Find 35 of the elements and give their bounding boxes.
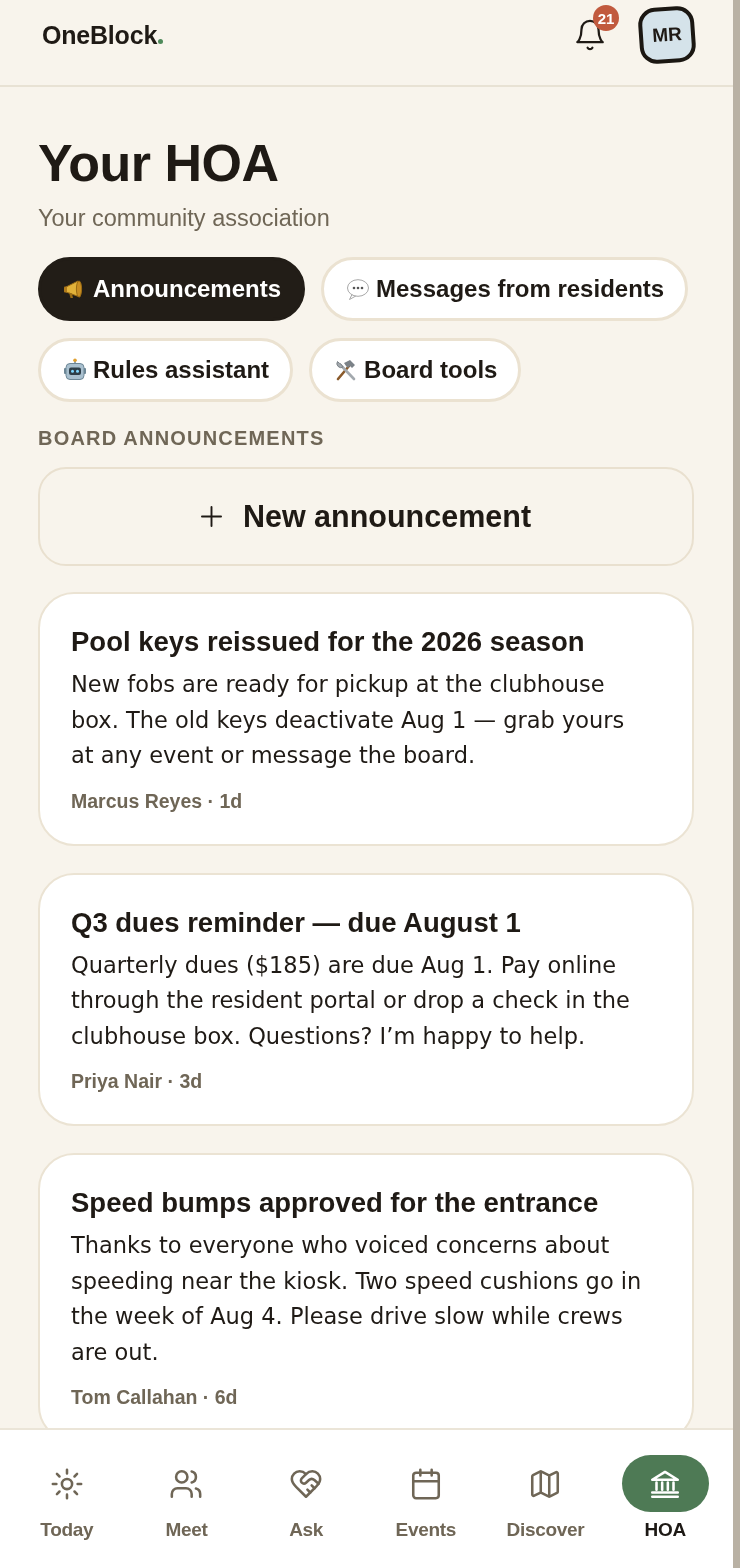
logo-text: OneBlock (42, 20, 158, 50)
announcement-title: Q3 dues reminder — due August 1 (71, 905, 522, 940)
new-announcement-button[interactable]: New announcement (38, 467, 694, 566)
announcement-meta: Priya Nair · 3d (71, 1069, 204, 1093)
announcement-meta: Marcus Reyes · 1d (71, 788, 244, 813)
plus-icon (200, 506, 222, 527)
tab[interactable]: Rules assistant (38, 338, 294, 402)
nav-item[interactable]: HOA (621, 1455, 709, 1541)
announcement-meta: Tom Callahan · 6d (71, 1385, 239, 1409)
notification-badge: 21 (593, 5, 619, 31)
announcement-card[interactable] (38, 1153, 694, 1428)
nav-item[interactable]: Discover (506, 1455, 585, 1541)
bank-building-icon (621, 1455, 709, 1512)
nav-item[interactable]: Ask (289, 1455, 324, 1541)
nav-item[interactable]: Today (40, 1455, 94, 1541)
robot-icon (63, 358, 87, 382)
tab[interactable]: Board tools (309, 338, 522, 402)
announcement-card[interactable]: Pool keys reissued for the 2026 season New fobs are ready for pickup at the clubhouse box. The old keys deactivate Aug 1 — grab yours at any event or message the board. Marcus Reyes · 1d (38, 592, 694, 846)
nav-item[interactable]: Events (395, 1455, 457, 1541)
tab[interactable]: Announcements (38, 257, 305, 321)
section-heading: BOARD ANNOUNCEMENTS (38, 427, 326, 449)
avatar[interactable]: MR (637, 5, 697, 65)
nav-item[interactable]: Meet (165, 1455, 208, 1541)
announcement-card[interactable]: Q3 dues reminder — due August 1 Quarterly dues ($185) are due Aug 1. Pay online through the resident portal or drop a check in the clubhouse box. Questions? I’m happy to help. Priya Nair · 3d (38, 872, 694, 1126)
announcement-body: Quarterly dues ($185) are due Aug 1. Pay online through the resident portal or drop a check in the clubhouse box. Questions? I’m happy to help. (71, 950, 631, 1051)
announcement-body: Thanks to everyone who voiced concerns about speeding near the kiosk. Two speed cushions go in the week of Aug 4. Please drive slow while crews are out. (71, 1231, 643, 1367)
tab[interactable]: Messages from residents (321, 257, 689, 321)
speech-bubble-icon (346, 277, 370, 301)
page-title: Your HOA (38, 133, 280, 193)
page-subtitle: Your community association (38, 204, 331, 233)
announcement-title: Pool keys reissued for the 2026 season (71, 625, 586, 659)
announcement-body: New fobs are ready for pickup at the clubhouse box. The old keys deactivate Aug 1 — grab yours at any event or message the board. (71, 670, 626, 770)
logo-dot-icon (158, 38, 164, 44)
announcement-title: Speed bumps approved for the entrance (71, 1186, 600, 1220)
sun-icon (49, 1466, 84, 1501)
